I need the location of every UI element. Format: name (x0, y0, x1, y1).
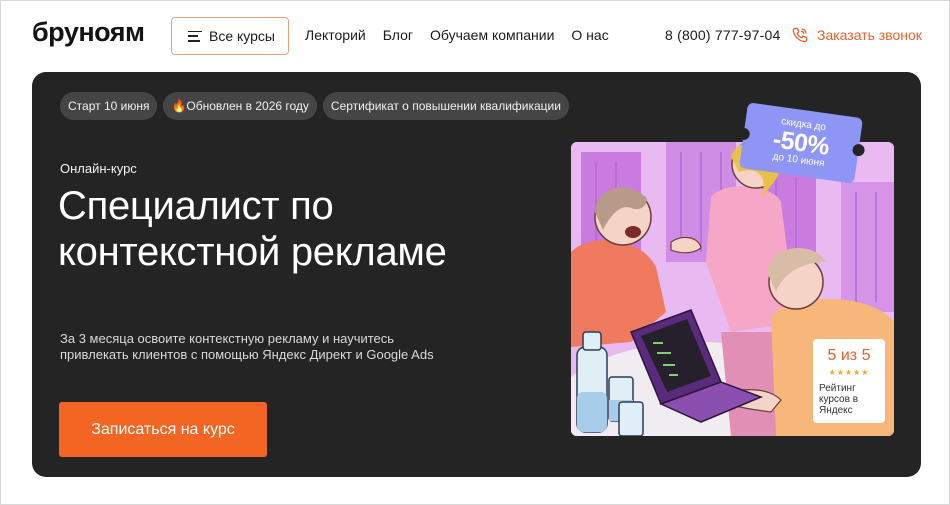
star-icon: ★ (861, 368, 870, 377)
nav-item-blog[interactable]: Блог (383, 27, 413, 43)
rating-stars: ★★★★★ (819, 368, 879, 377)
chip-start-date: Старт 10 июня (60, 92, 158, 120)
chip-updated: 🔥Обновлен в 2026 году (163, 92, 317, 120)
rating-score: 5 из 5 (827, 347, 871, 364)
hero-banner: Старт 10 июня 🔥Обновлен в 2026 году Серт… (32, 72, 921, 477)
star-icon: ★ (828, 368, 837, 377)
star-icon: ★ (836, 368, 845, 377)
callback-link[interactable]: Заказать звонок (791, 26, 922, 44)
nav-item-about[interactable]: О нас (571, 27, 608, 43)
course-format: Онлайн-курс (60, 161, 137, 176)
nav-item-corporate[interactable]: Обучаем компании (430, 27, 554, 43)
hero-chips: Старт 10 июня 🔥Обновлен в 2026 году Серт… (60, 92, 569, 120)
main-nav: Лекторий Блог Обучаем компании О нас (305, 27, 609, 43)
all-courses-button[interactable]: Все курсы (171, 17, 289, 55)
course-title: Специалист по контекстной рекламе (58, 184, 447, 274)
rating-label: Рейтинг курсов в Яндекс (819, 383, 859, 416)
phone-number[interactable]: 8 (800) 777-97-04 (665, 27, 780, 43)
chip-certificate: Сертификат о повышении квалификации (322, 92, 569, 120)
rating-card: 5 из 5 ★★★★★ Рейтинг курсов в Яндекс (813, 339, 885, 423)
brand-logo[interactable]: бруноям (32, 17, 145, 48)
callback-label: Заказать звонок (817, 27, 922, 43)
nav-item-lectures[interactable]: Лекторий (305, 27, 366, 43)
menu-icon (188, 30, 202, 42)
enroll-button[interactable]: Записаться на курс (59, 402, 267, 457)
phone-icon (792, 27, 808, 43)
star-icon: ★ (844, 368, 854, 377)
all-courses-label: Все курсы (209, 28, 275, 44)
course-description: За 3 месяца освоите контекстную рекламу … (60, 331, 434, 362)
page: бруноям Все курсы Лекторий Блог Обучаем … (0, 0, 950, 505)
